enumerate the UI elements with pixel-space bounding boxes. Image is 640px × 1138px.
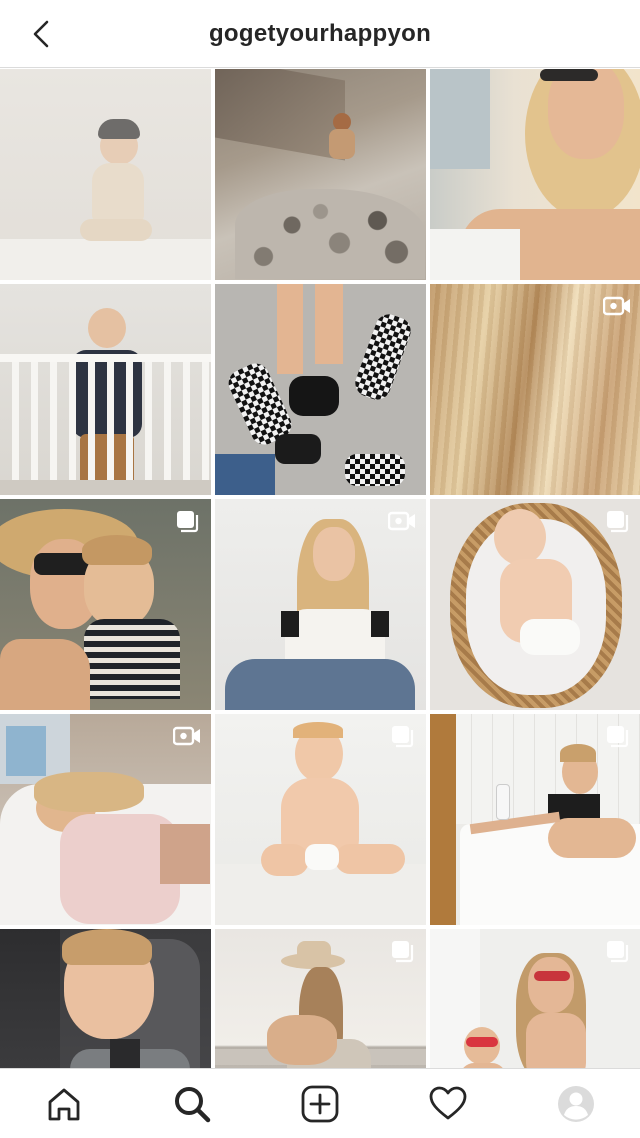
post-tile-woman-smiling[interactable] — [215, 499, 426, 710]
top-header: gogetyourhappyon — [0, 0, 640, 68]
avatar-icon — [558, 1085, 594, 1122]
carousel-badge-icon — [173, 509, 201, 533]
home-tab[interactable] — [32, 1072, 96, 1136]
activity-tab[interactable] — [416, 1072, 480, 1136]
search-icon — [175, 1086, 211, 1122]
plus-square-icon — [301, 1085, 339, 1122]
home-icon — [48, 1088, 80, 1120]
post-tile-rocks[interactable] — [215, 69, 426, 280]
post-tile-cake-smash[interactable] — [215, 714, 426, 925]
profile-username-title: gogetyourhappyon — [208, 20, 432, 47]
search-tab[interactable] — [160, 1072, 224, 1136]
carousel-badge-icon — [603, 509, 631, 533]
create-tab[interactable] — [288, 1072, 352, 1136]
post-tile-hair-closeup[interactable] — [430, 284, 640, 495]
post-tile-baby-basket[interactable] — [430, 499, 640, 710]
post-tile-woman-sunglasses[interactable] — [430, 69, 640, 280]
carousel-badge-icon — [388, 724, 416, 748]
carousel-badge-icon — [603, 724, 631, 748]
video-badge-icon — [603, 294, 631, 318]
bottom-tab-bar — [0, 1068, 640, 1138]
heart-icon — [429, 1086, 467, 1119]
carousel-badge-icon — [388, 939, 416, 963]
post-tile-hospital-bed[interactable] — [0, 714, 211, 925]
video-badge-icon — [173, 724, 201, 748]
carousel-badge-icon — [603, 939, 631, 963]
post-tile-selfie-mom-son[interactable] — [0, 499, 211, 710]
video-badge-icon — [388, 509, 416, 533]
post-tile-bathtub[interactable] — [430, 714, 640, 925]
profile-tab[interactable] — [544, 1072, 608, 1136]
post-tile-checkered-shoes[interactable] — [215, 284, 426, 495]
post-tile-toddler-crib[interactable] — [0, 284, 211, 495]
photo-grid — [0, 69, 640, 1138]
post-tile-baby-sitting[interactable] — [0, 69, 211, 280]
